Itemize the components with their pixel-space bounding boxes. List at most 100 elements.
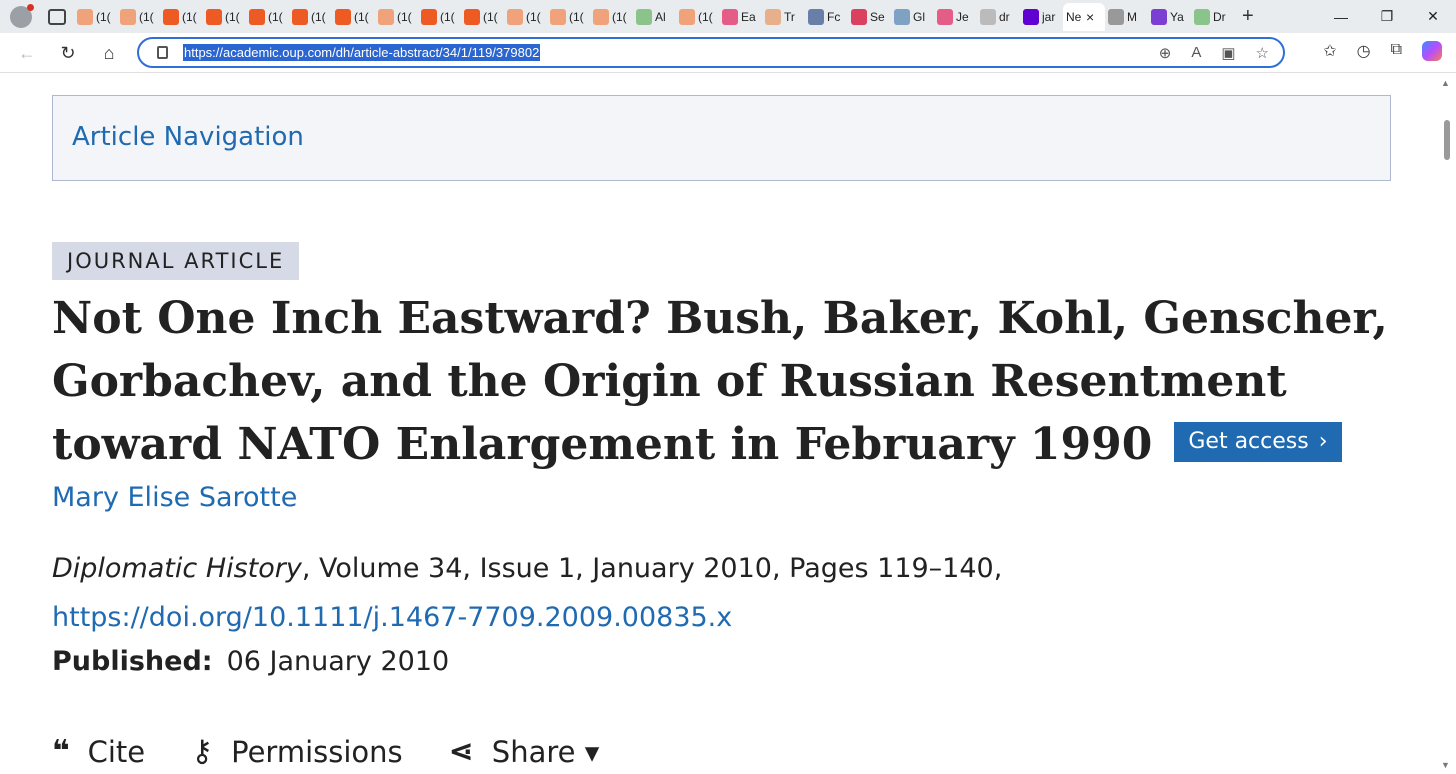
doi-link[interactable]: https://doi.org/10.1111/j.1467-7709.2009… (52, 602, 732, 633)
maximize-icon[interactable]: ❐ (1364, 8, 1410, 25)
browser-tab[interactable]: (1( (203, 3, 246, 31)
tab-favicon-icon (550, 8, 566, 25)
share-button[interactable]: ⋖ Share ▾ (449, 734, 600, 769)
new-tab-button[interactable]: + (1242, 5, 1254, 28)
browser-tab[interactable]: Se (848, 3, 891, 31)
browser-tab[interactable]: (1( (117, 3, 160, 31)
key-icon: ⚷ (191, 734, 214, 769)
article-navigation-panel[interactable]: Article Navigation (52, 95, 1391, 181)
citation-details: , Volume 34, Issue 1, January 2010, Page… (301, 553, 1003, 584)
copilot-icon[interactable] (1422, 41, 1442, 61)
chevron-right-icon: › (1318, 428, 1328, 454)
browser-tab[interactable]: dr (977, 3, 1020, 31)
browser-tab[interactable]: (1( (676, 3, 719, 31)
browser-tab[interactable]: (1( (418, 3, 461, 31)
browser-tab[interactable]: (1( (74, 3, 117, 31)
browser-tab[interactable]: Tr (762, 3, 805, 31)
browser-tab[interactable]: (1( (590, 3, 633, 31)
tab-strip: (1((1((1((1((1((1((1((1((1((1((1((1((1(A… (74, 0, 1234, 33)
close-window-icon[interactable]: ✕ (1410, 8, 1456, 25)
tab-label: (1( (612, 9, 627, 24)
tab-label: (1( (225, 9, 240, 24)
url-field[interactable]: https://academic.oup.com/dh/article-abst… (137, 37, 1285, 68)
tab-label: Fc (827, 9, 841, 24)
tab-favicon-icon (206, 8, 222, 25)
browser-tab[interactable]: (1( (461, 3, 504, 31)
browser-toolbar: ✩ ◷ ⧉ (1323, 41, 1456, 61)
url-text[interactable]: https://academic.oup.com/dh/article-abst… (183, 44, 541, 61)
tab-label: Ne (1066, 9, 1082, 24)
browser-tab[interactable]: Je (934, 3, 977, 31)
cite-label: Cite (87, 734, 146, 769)
browser-tab[interactable]: (1( (332, 3, 375, 31)
tab-favicon-icon (937, 8, 953, 25)
permissions-label: Permissions (231, 734, 403, 769)
tab-favicon-icon (593, 8, 609, 25)
tab-favicon-icon (249, 8, 265, 25)
browser-tab[interactable]: (1( (504, 3, 547, 31)
scroll-down-icon[interactable]: ▼ (1441, 760, 1450, 770)
tab-label: (1( (311, 9, 326, 24)
favorite-star-icon[interactable]: ☆ (1256, 44, 1269, 62)
cite-button[interactable]: ❝ Cite (52, 734, 145, 769)
tab-label: (1( (440, 9, 455, 24)
browser-tab[interactable]: (1( (375, 3, 418, 31)
tab-favicon-icon (292, 8, 308, 25)
tab-label: (1( (483, 9, 498, 24)
tab-favicon-icon (1194, 8, 1210, 25)
close-tab-icon[interactable]: × (1086, 9, 1094, 25)
article-tools: ❝ Cite ⚷ Permissions ⋖ Share ▾ (52, 734, 645, 769)
tab-label: Ea (741, 9, 756, 24)
tab-bar: (1((1((1((1((1((1((1((1((1((1((1((1((1(A… (0, 0, 1456, 33)
browser-tab[interactable]: (1( (246, 3, 289, 31)
minimize-icon[interactable]: — (1318, 9, 1364, 25)
browser-tab[interactable]: Gl (891, 3, 934, 31)
browser-tab[interactable]: Al (633, 3, 676, 31)
read-aloud-icon[interactable]: A (1191, 44, 1201, 62)
browser-tab[interactable]: Fc (805, 3, 848, 31)
tab-actions-icon[interactable] (48, 8, 66, 25)
tab-label: (1( (526, 9, 541, 24)
permissions-button[interactable]: ⚷ Permissions (191, 734, 403, 769)
tab-label: (1( (397, 9, 412, 24)
tab-favicon-icon (980, 8, 996, 25)
published-date: 06 January 2010 (226, 646, 450, 677)
tab-favicon-icon (378, 8, 394, 25)
profile-avatar[interactable] (10, 3, 34, 28)
browser-tab[interactable]: jar (1020, 3, 1063, 31)
scrollbar-thumb[interactable] (1444, 120, 1450, 160)
browser-tab[interactable]: (1( (160, 3, 203, 31)
tab-label: Je (956, 9, 969, 24)
favorites-icon[interactable]: ✩ (1323, 41, 1336, 61)
refresh-icon[interactable]: ↻ (57, 42, 79, 64)
tab-label: Dr (1213, 9, 1226, 24)
get-access-button[interactable]: Get access › (1174, 421, 1342, 462)
share-label: Share ▾ (491, 734, 600, 769)
home-icon[interactable]: ⌂ (98, 42, 120, 64)
browser-tab[interactable]: Ya (1148, 3, 1191, 31)
browser-tab[interactable]: (1( (547, 3, 590, 31)
active-browser-tab[interactable]: Ne × (1063, 2, 1105, 31)
scrollbar[interactable]: ▲ ▼ (1437, 74, 1456, 774)
tab-label: (1( (96, 9, 111, 24)
back-icon[interactable]: ← (16, 42, 38, 64)
journal-article-badge: JOURNAL ARTICLE (52, 242, 300, 280)
article-navigation-label[interactable]: Article Navigation (72, 122, 304, 152)
tab-label: M (1127, 9, 1137, 24)
citation: Diplomatic History, Volume 34, Issue 1, … (52, 544, 1397, 642)
url-icons: ⊕ A ▣ ☆ (1159, 44, 1269, 62)
tab-favicon-icon (163, 8, 179, 25)
browser-tab[interactable]: M (1105, 3, 1148, 31)
lock-icon[interactable] (157, 46, 168, 59)
tab-favicon-icon (421, 8, 437, 25)
history-icon[interactable]: ◷ (1357, 41, 1371, 61)
extensions-icon[interactable]: ⧉ (1391, 41, 1402, 61)
author-link[interactable]: Mary Elise Sarotte (52, 482, 297, 513)
immersive-reader-icon[interactable]: ▣ (1221, 44, 1235, 62)
tab-label: (1( (139, 9, 154, 24)
browser-tab[interactable]: Dr (1191, 3, 1234, 31)
scroll-up-icon[interactable]: ▲ (1441, 78, 1450, 88)
zoom-icon[interactable]: ⊕ (1159, 44, 1172, 62)
browser-tab[interactable]: Ea (719, 3, 762, 31)
browser-tab[interactable]: (1( (289, 3, 332, 31)
